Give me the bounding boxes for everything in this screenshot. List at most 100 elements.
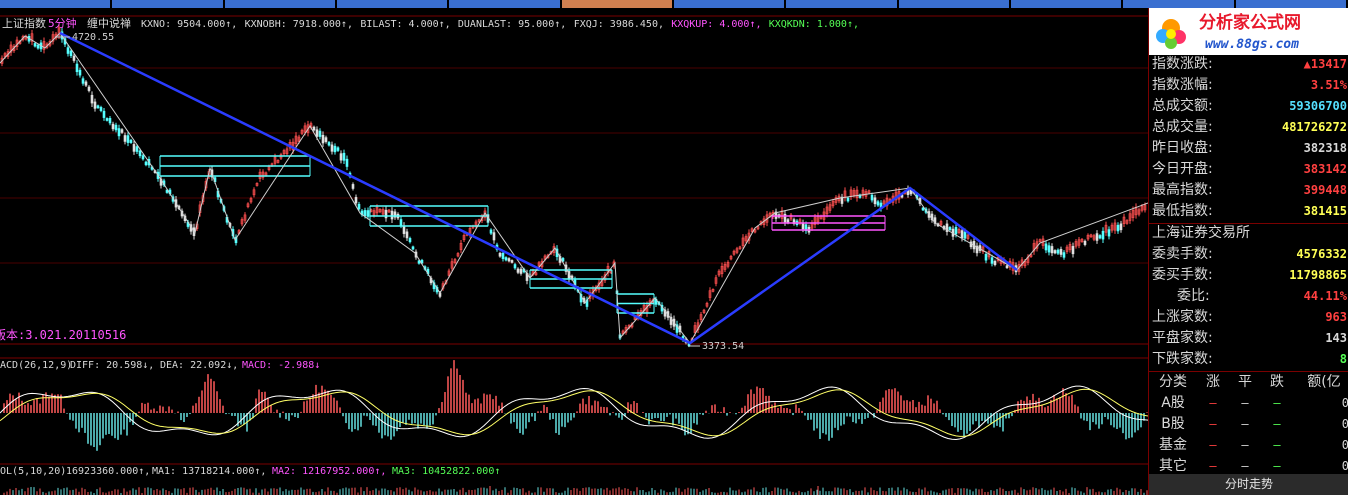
candle-body xyxy=(36,44,40,49)
toolbar-tab[interactable] xyxy=(786,0,898,8)
stat-value: 143 xyxy=(1325,331,1347,345)
table-cell: 0 xyxy=(1341,459,1348,473)
candle-body xyxy=(141,155,145,160)
candle-body xyxy=(315,129,319,137)
candle-body xyxy=(1005,265,1009,269)
candle-body xyxy=(1050,246,1054,254)
param-value: KXNOBH: 7918.000↑, xyxy=(245,19,353,30)
high-price-label: 4720.55 xyxy=(72,32,114,43)
candle-body xyxy=(138,150,142,157)
candle-body xyxy=(81,78,85,84)
candle-body xyxy=(1107,229,1111,237)
candle-body xyxy=(960,230,964,239)
candle-body xyxy=(1116,224,1120,232)
volume-panel: VOL(5,10,20) 16923360.000↑, MA1: 13718214.… xyxy=(0,466,1148,495)
candle-body xyxy=(321,134,325,144)
top-toolbar xyxy=(0,0,1348,8)
candle-body xyxy=(129,139,133,143)
candle-body xyxy=(345,158,349,167)
candle-body xyxy=(990,257,994,264)
table-cell: 0 xyxy=(1341,438,1348,452)
candle-body xyxy=(1047,245,1051,253)
toolbar-tab[interactable] xyxy=(1011,0,1123,8)
candle-body xyxy=(399,219,403,226)
segment-line xyxy=(59,31,1018,345)
table-cell: — xyxy=(1241,417,1249,431)
version-text: 版本:3.021.20110516 xyxy=(0,328,126,342)
table-header: 涨 xyxy=(1206,374,1220,390)
candle-body xyxy=(504,257,508,261)
table-cell: — xyxy=(1209,417,1217,431)
candle-body xyxy=(102,110,106,118)
intraday-button[interactable]: 分时走势 xyxy=(1149,474,1348,495)
candle-body xyxy=(1101,230,1105,240)
toolbar-tab[interactable] xyxy=(674,0,786,8)
candle-body xyxy=(117,128,121,137)
table-row-name: A股 xyxy=(1161,395,1185,411)
stat-value: 382318 xyxy=(1303,141,1347,155)
toolbar-tab[interactable] xyxy=(561,0,673,8)
stat-label: 委比: xyxy=(1177,288,1210,304)
candle-body xyxy=(111,123,115,130)
table-cell: 0 xyxy=(1341,396,1348,410)
candle-body xyxy=(492,232,496,241)
table-cell: — xyxy=(1209,438,1217,452)
toolbar-tab[interactable] xyxy=(1235,0,1347,8)
table-cell: — xyxy=(1273,417,1281,431)
macd-panel: MACD(26,12,9)DIFF: 20.598↓, DEA: 22.092↓,… xyxy=(0,360,1148,451)
candle-body xyxy=(1119,223,1123,231)
candle-body xyxy=(327,142,331,146)
toolbar-tab[interactable] xyxy=(112,0,224,8)
candle-body xyxy=(1056,249,1060,254)
candle-body xyxy=(126,135,130,143)
table-cell: — xyxy=(1209,459,1217,473)
candle-body xyxy=(1044,243,1048,251)
macd-diff: DIFF: 20.598↓, xyxy=(70,360,154,371)
candle-body xyxy=(78,69,82,76)
candle-body xyxy=(333,145,337,153)
candle-body xyxy=(870,194,874,201)
toolbar-tab[interactable] xyxy=(224,0,336,8)
candle-body xyxy=(963,231,967,239)
candle-body xyxy=(312,126,316,131)
trend-lines xyxy=(0,31,1148,345)
vol-value: 16923360.000↑, xyxy=(66,466,150,477)
vol-label: VOL(5,10,20) xyxy=(0,466,66,477)
kline-chart[interactable]: MACD(26,12,9)DIFF: 20.598↓, DEA: 22.092↓,… xyxy=(0,8,1148,495)
toolbar-tab[interactable] xyxy=(337,0,449,8)
stat-value: 3.51% xyxy=(1310,78,1347,92)
candle-body xyxy=(120,129,124,133)
bi-stroke-line xyxy=(0,32,1148,344)
stat-value: 383142 xyxy=(1303,162,1347,176)
toolbar-tab[interactable] xyxy=(898,0,1010,8)
candle-body xyxy=(402,225,406,234)
stat-label: 指数涨跌: xyxy=(1152,56,1213,72)
period-label: 5分钟 xyxy=(48,16,77,30)
stat-label: 平盘家数: xyxy=(1152,330,1213,346)
table-cell: — xyxy=(1241,459,1249,473)
candle-body xyxy=(87,86,91,91)
candle-body xyxy=(363,210,367,217)
vol-ma2: MA2: 12167952.000↑, xyxy=(272,466,386,477)
candle-body xyxy=(408,238,412,243)
exchange-name: 上海证券交易所 xyxy=(1152,225,1250,241)
candle-body xyxy=(390,210,394,220)
candle-body xyxy=(366,210,370,217)
stat-value: 963 xyxy=(1325,310,1347,324)
toolbar-tab[interactable] xyxy=(1123,0,1235,8)
candle-body xyxy=(498,252,502,257)
toolbar-tab[interactable] xyxy=(0,0,112,8)
macd-value: MACD: -2.988↓ xyxy=(242,360,320,371)
candle-body xyxy=(108,118,112,124)
table-cell: — xyxy=(1273,438,1281,452)
logo-url: www.88gs.com xyxy=(1205,37,1299,52)
candle-body xyxy=(489,229,493,234)
toolbar-tab[interactable] xyxy=(449,0,561,8)
candle-body xyxy=(123,135,127,142)
stat-value: 481726272 xyxy=(1281,120,1347,134)
candle-body xyxy=(336,147,340,151)
candle-body xyxy=(357,203,361,210)
table-cell: — xyxy=(1241,438,1249,452)
candle-body xyxy=(510,260,514,263)
candle-body xyxy=(33,43,37,47)
